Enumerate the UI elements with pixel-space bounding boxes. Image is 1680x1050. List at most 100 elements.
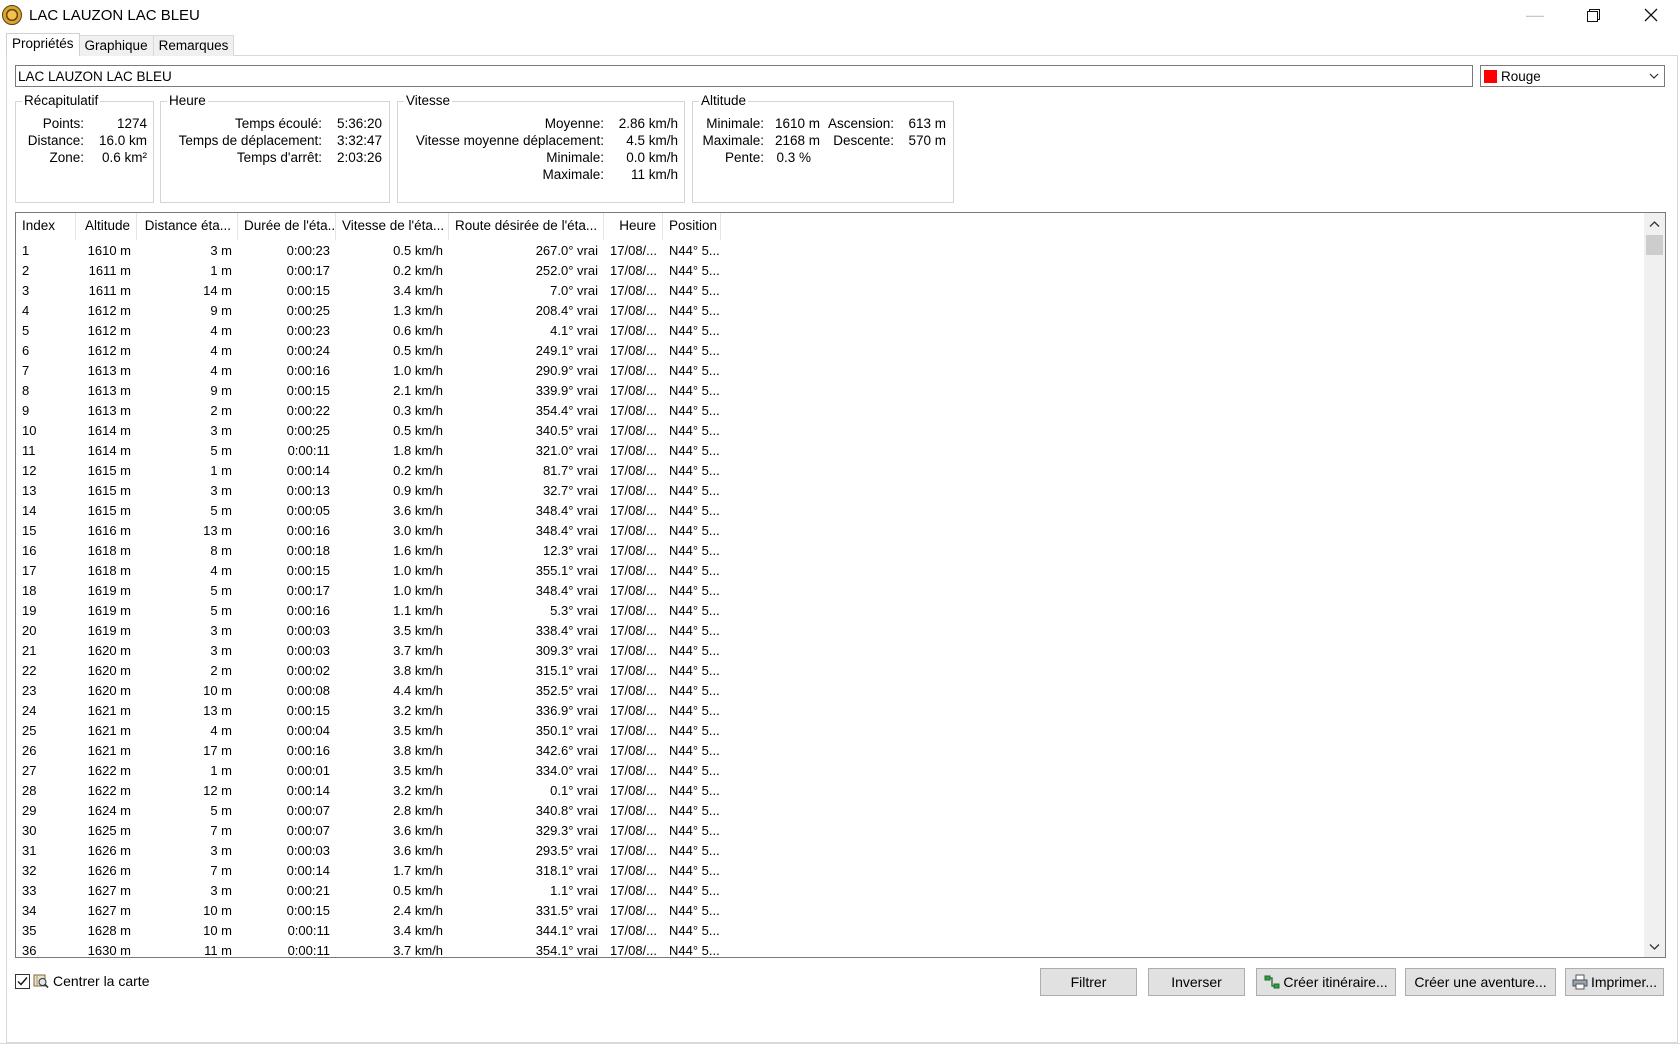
table-cell: 0:00:11 bbox=[287, 923, 330, 938]
table-cell: 17/08/... bbox=[610, 743, 657, 758]
table-cell: 1612 m bbox=[87, 303, 131, 318]
create-adventure-button[interactable]: Créer une aventure... bbox=[1405, 968, 1556, 996]
column-header[interactable]: Altitude bbox=[76, 213, 137, 240]
table-cell: 7.0° vrai bbox=[550, 283, 598, 298]
create-route-button[interactable]: Créer itinéraire... bbox=[1256, 968, 1396, 996]
vertical-scrollbar[interactable] bbox=[1644, 213, 1665, 957]
printer-icon bbox=[1572, 974, 1588, 990]
chevron-down-icon bbox=[1649, 943, 1660, 950]
restore-button[interactable] bbox=[1564, 0, 1622, 30]
column-header[interactable]: Distance éta... bbox=[137, 213, 238, 240]
tab-properties[interactable]: Propriétés bbox=[6, 33, 80, 56]
descent-label: Descente: bbox=[833, 133, 894, 148]
table-row[interactable]: 23 1620 m 10 m 0:00:08 4.4 km/h 352.5° vrai 17… bbox=[16, 681, 1644, 701]
table-row[interactable]: 27 1622 m 1 m 0:00:01 3.5 km/h 334.0° vrai 17/… bbox=[16, 761, 1644, 781]
table-row[interactable]: 17 1618 m 4 m 0:00:15 1.0 km/h 355.1° vrai 17/… bbox=[16, 561, 1644, 581]
table-cell: 30 bbox=[22, 823, 37, 838]
color-select[interactable]: Rouge bbox=[1480, 65, 1665, 87]
table-row[interactable]: 24 1621 m 13 m 0:00:15 3.2 km/h 336.9° vrai 17… bbox=[16, 701, 1644, 721]
table-cell: 4 m bbox=[210, 723, 232, 738]
tab-graph[interactable]: Graphique bbox=[78, 35, 154, 56]
column-header[interactable]: Heure bbox=[604, 213, 663, 240]
table-row[interactable]: 2 1611 m 1 m 0:00:17 0.2 km/h 252.0° vrai 17/0… bbox=[16, 261, 1644, 281]
table-row[interactable]: 11 1614 m 5 m 0:00:11 1.8 km/h 321.0° vrai 17/… bbox=[16, 441, 1644, 461]
table-row[interactable]: 25 1621 m 4 m 0:00:04 3.5 km/h 350.1° vrai 17/… bbox=[16, 721, 1644, 741]
invert-button[interactable]: Inverser bbox=[1148, 968, 1245, 996]
max-speed-label: Maximale: bbox=[542, 167, 604, 182]
table-cell: 17/08/... bbox=[610, 623, 657, 638]
table-row[interactable]: 14 1615 m 5 m 0:00:05 3.6 km/h 348.4° vrai 17/… bbox=[16, 501, 1644, 521]
center-map-checkbox[interactable] bbox=[15, 973, 30, 989]
print-button[interactable]: Imprimer... bbox=[1565, 968, 1664, 996]
table-row[interactable]: 7 1613 m 4 m 0:00:16 1.0 km/h 290.9° vrai 17/0… bbox=[16, 361, 1644, 381]
table-cell: 1628 m bbox=[87, 923, 131, 938]
table-row[interactable]: 16 1618 m 8 m 0:00:18 1.6 km/h 12.3° vrai 17/0… bbox=[16, 541, 1644, 561]
table-row[interactable]: 20 1619 m 3 m 0:00:03 3.5 km/h 338.4° vrai 17/… bbox=[16, 621, 1644, 641]
table-row[interactable]: 8 1613 m 9 m 0:00:15 2.1 km/h 339.9° vrai 17/0… bbox=[16, 381, 1644, 401]
table-row[interactable]: 26 1621 m 17 m 0:00:16 3.8 km/h 342.6° vrai 17… bbox=[16, 741, 1644, 761]
column-header[interactable]: Index bbox=[16, 213, 76, 240]
column-header[interactable]: Durée de l'éta... bbox=[238, 213, 336, 240]
table-cell: 9 m bbox=[210, 383, 232, 398]
table-cell: 1.7 km/h bbox=[393, 863, 443, 878]
table-row[interactable]: 21 1620 m 3 m 0:00:03 3.7 km/h 309.3° vrai 17/… bbox=[16, 641, 1644, 661]
table-cell: 3.2 km/h bbox=[393, 783, 443, 798]
table-cell: 334.0° vrai bbox=[535, 763, 598, 778]
scroll-down-button[interactable] bbox=[1644, 938, 1665, 955]
table-row[interactable]: 4 1612 m 9 m 0:00:25 1.3 km/h 208.4° vrai 17/0… bbox=[16, 301, 1644, 321]
table-row[interactable]: 3 1611 m 14 m 0:00:15 3.4 km/h 7.0° vrai 17/08… bbox=[16, 281, 1644, 301]
table-row[interactable]: 18 1619 m 5 m 0:00:17 1.0 km/h 348.4° vrai 17/… bbox=[16, 581, 1644, 601]
track-name-input[interactable] bbox=[15, 65, 1473, 87]
table-row[interactable]: 33 1627 m 3 m 0:00:21 0.5 km/h 1.1° vrai 17/08… bbox=[16, 881, 1644, 901]
column-header[interactable]: Route désirée de l'éta... bbox=[449, 213, 604, 240]
table-row[interactable]: 34 1627 m 10 m 0:00:15 2.4 km/h 331.5° vrai 17… bbox=[16, 901, 1644, 921]
table-row[interactable]: 31 1626 m 3 m 0:00:03 3.6 km/h 293.5° vrai 17/… bbox=[16, 841, 1644, 861]
table-row[interactable]: 22 1620 m 2 m 0:00:02 3.8 km/h 315.1° vrai 17/… bbox=[16, 661, 1644, 681]
table-cell: 27 bbox=[22, 763, 37, 778]
track-points-table[interactable]: Index Altitude Distance éta... Durée de l'é… bbox=[15, 212, 1666, 958]
table-cell: 15 bbox=[22, 523, 37, 538]
scroll-thumb[interactable] bbox=[1646, 235, 1663, 255]
table-cell: N44° 5... bbox=[669, 583, 720, 598]
recap-group: Récapitulatif Points: 1274 Distance: 16.… bbox=[15, 93, 154, 203]
table-cell: 252.0° vrai bbox=[535, 263, 598, 278]
tab-remarks[interactable]: Remarques bbox=[152, 35, 235, 56]
table-row[interactable]: 13 1615 m 3 m 0:00:13 0.9 km/h 32.7° vrai 17/0… bbox=[16, 481, 1644, 501]
filter-button[interactable]: Filtrer bbox=[1040, 968, 1137, 996]
table-cell: 321.0° vrai bbox=[535, 443, 598, 458]
center-map-checkbox-row[interactable]: Centrer la carte bbox=[15, 973, 149, 989]
table-row[interactable]: 15 1616 m 13 m 0:00:16 3.0 km/h 348.4° vrai 17… bbox=[16, 521, 1644, 541]
table-cell: 3 bbox=[22, 283, 30, 298]
table-row[interactable]: 9 1613 m 2 m 0:00:22 0.3 km/h 354.4° vrai 17/0… bbox=[16, 401, 1644, 421]
table-row[interactable]: 36 1630 m 11 m 0:00:11 3.7 km/h 354.1° vrai 17… bbox=[16, 941, 1644, 957]
table-row[interactable]: 6 1612 m 4 m 0:00:24 0.5 km/h 249.1° vrai 17/0… bbox=[16, 341, 1644, 361]
table-row[interactable]: 29 1624 m 5 m 0:00:07 2.8 km/h 340.8° vrai 17/… bbox=[16, 801, 1644, 821]
close-button[interactable] bbox=[1622, 0, 1680, 30]
table-cell: 17/08/... bbox=[610, 323, 657, 338]
table-row[interactable]: 28 1622 m 12 m 0:00:14 3.2 km/h 0.1° vrai 17/0… bbox=[16, 781, 1644, 801]
table-cell: 3.6 km/h bbox=[393, 843, 443, 858]
scroll-up-button[interactable] bbox=[1644, 215, 1665, 232]
table-row[interactable]: 5 1612 m 4 m 0:00:23 0.6 km/h 4.1° vrai 17/08/… bbox=[16, 321, 1644, 341]
table-row[interactable]: 19 1619 m 5 m 0:00:16 1.1 km/h 5.3° vrai 17/08… bbox=[16, 601, 1644, 621]
minimize-button[interactable]: — bbox=[1506, 0, 1564, 30]
column-header[interactable]: Position bbox=[663, 213, 721, 240]
table-cell: 17/08/... bbox=[610, 263, 657, 278]
table-row[interactable]: 12 1615 m 1 m 0:00:14 0.2 km/h 81.7° vrai 17/0… bbox=[16, 461, 1644, 481]
table-cell: N44° 5... bbox=[669, 883, 720, 898]
table-cell: 338.4° vrai bbox=[535, 623, 598, 638]
table-cell: 3.0 km/h bbox=[393, 523, 443, 538]
moving-avg-speed-value: 4.5 km/h bbox=[626, 133, 678, 148]
table-cell: 348.4° vrai bbox=[535, 523, 598, 538]
table-cell: N44° 5... bbox=[669, 323, 720, 338]
table-cell: 348.4° vrai bbox=[535, 503, 598, 518]
table-row[interactable]: 10 1614 m 3 m 0:00:25 0.5 km/h 340.5° vrai 17/… bbox=[16, 421, 1644, 441]
table-cell: 1611 m bbox=[88, 263, 131, 278]
table-cell: 344.1° vrai bbox=[535, 923, 598, 938]
table-row[interactable]: 30 1625 m 7 m 0:00:07 3.6 km/h 329.3° vrai 17/… bbox=[16, 821, 1644, 841]
table-cell: 1 m bbox=[210, 263, 232, 278]
table-row[interactable]: 35 1628 m 10 m 0:00:11 3.4 km/h 344.1° vrai 17… bbox=[16, 921, 1644, 941]
column-header[interactable]: Vitesse de l'éta... bbox=[336, 213, 449, 240]
table-row[interactable]: 32 1626 m 7 m 0:00:14 1.7 km/h 318.1° vrai 17/… bbox=[16, 861, 1644, 881]
table-row[interactable]: 1 1610 m 3 m 0:00:23 0.5 km/h 267.0° vrai 17/0… bbox=[16, 241, 1644, 261]
